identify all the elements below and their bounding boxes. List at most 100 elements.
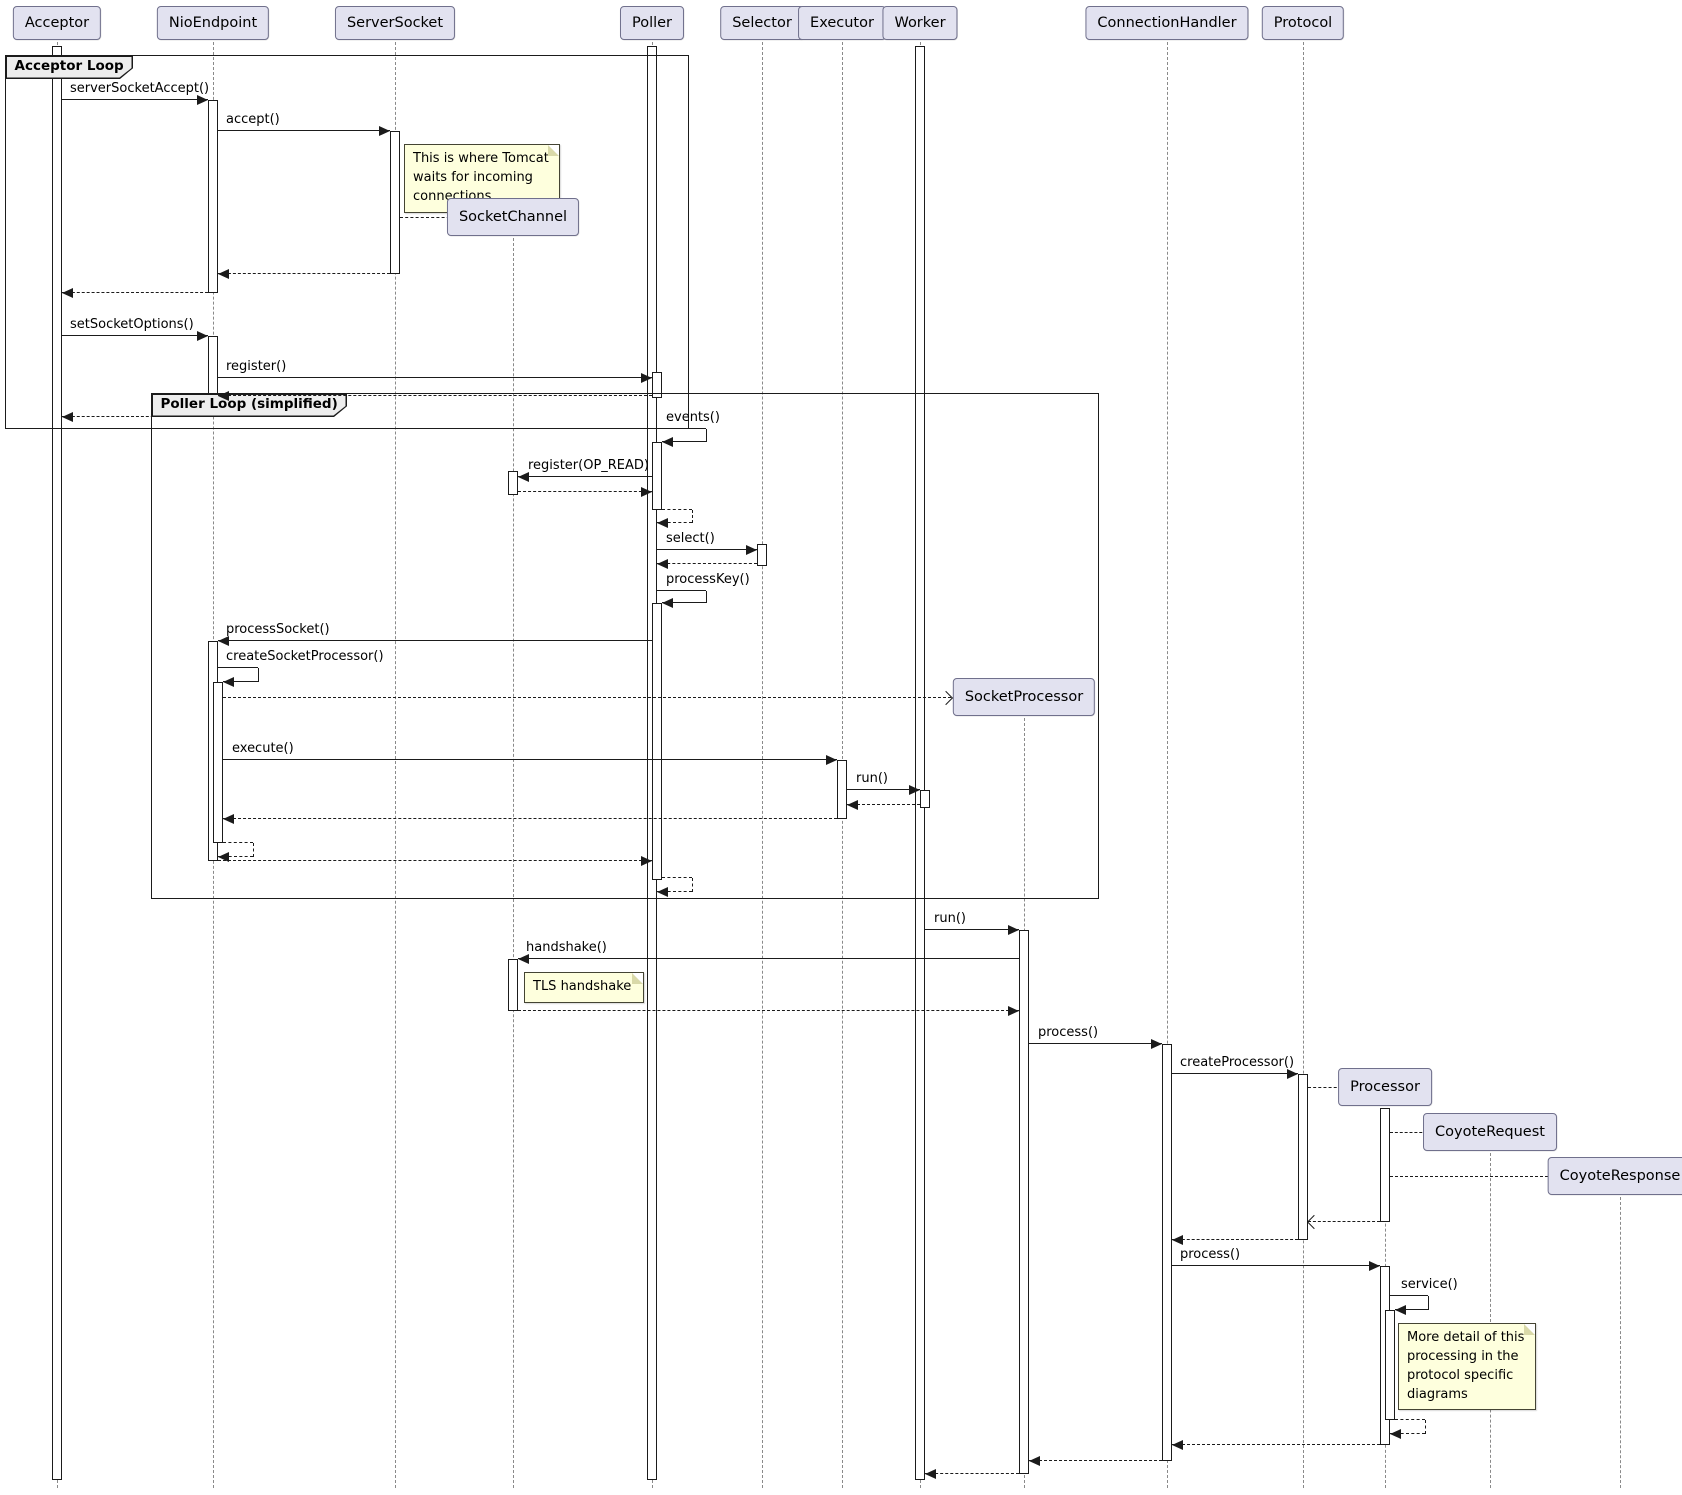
- self-message-top: [1390, 1295, 1428, 1296]
- participant-protocol: Protocol: [1262, 6, 1344, 40]
- activation-bar: [920, 790, 930, 808]
- message-label: run(): [856, 771, 888, 786]
- arrowhead: [657, 887, 668, 897]
- note-line: This is where Tomcat: [413, 150, 551, 169]
- note-line: TLS handshake: [533, 978, 635, 997]
- message-label: register(): [226, 359, 286, 374]
- arrowhead: [847, 800, 858, 810]
- note-fold-corner-icon: [632, 973, 643, 984]
- arrowhead: [218, 391, 229, 401]
- arrowhead-open: [1307, 1215, 1321, 1229]
- arrowhead: [62, 412, 73, 422]
- frame-label-text: Poller Loop (simplified): [153, 395, 346, 416]
- arrowhead-open: [939, 691, 953, 705]
- arrowhead: [218, 636, 229, 646]
- arrowhead: [657, 559, 668, 569]
- frame-label: Acceptor Loop: [5, 55, 133, 79]
- note-fold-corner-icon: [1524, 1324, 1535, 1335]
- message-line: [62, 335, 208, 336]
- message-label: process(): [1180, 1247, 1240, 1262]
- activation-bar: [837, 760, 847, 819]
- note-line: waits for incoming: [413, 169, 551, 188]
- message-line: [518, 476, 652, 477]
- activation-bar: [1162, 1044, 1172, 1461]
- self-message-top: [218, 667, 258, 668]
- message-label: service(): [1401, 1277, 1458, 1292]
- message-label: register(OP_READ): [528, 458, 649, 473]
- sequence-diagram: Acceptor Loop Poller Loop (simplified) ser…: [0, 0, 1682, 1495]
- arrowhead: [641, 373, 652, 383]
- arrowhead: [62, 288, 73, 298]
- lifeline-protocol: [1303, 42, 1304, 1488]
- message-label: processSocket(): [226, 622, 330, 637]
- activation-bar: [757, 544, 767, 566]
- message-line: [1172, 1073, 1298, 1074]
- message-line: [62, 292, 208, 293]
- message-line: [1029, 1460, 1162, 1461]
- arrowhead: [1369, 1261, 1380, 1271]
- activation-bar: [208, 100, 218, 293]
- arrowhead: [1029, 1456, 1040, 1466]
- arrowhead: [925, 1469, 936, 1479]
- activation-bar: [1385, 1310, 1395, 1420]
- lifeline-coyoterequest: [1490, 1153, 1491, 1488]
- participant-socketprocessor: SocketProcessor: [953, 678, 1095, 716]
- note-line: protocol specific: [1407, 1367, 1527, 1386]
- activation-bar: [52, 46, 62, 1480]
- message-label: events(): [666, 410, 720, 425]
- arrowhead: [641, 487, 652, 497]
- message-line: [1390, 1176, 1558, 1177]
- participant-acceptor: Acceptor: [13, 6, 101, 40]
- message-line: [223, 818, 837, 819]
- message-line: [925, 929, 1019, 930]
- message-line: [62, 99, 208, 100]
- note-line: More detail of this: [1407, 1329, 1527, 1348]
- note-fold-corner-icon: [548, 145, 559, 156]
- message-label: processKey(): [666, 572, 750, 587]
- arrowhead: [662, 598, 673, 608]
- note-line: processing in the: [1407, 1348, 1527, 1367]
- frame-acceptor-loop: [5, 55, 689, 429]
- message-label: setSocketOptions(): [70, 317, 194, 332]
- message-line: [1029, 1043, 1162, 1044]
- message-line: [223, 697, 951, 698]
- participant-serversocket: ServerSocket: [335, 6, 455, 40]
- arrowhead: [1172, 1440, 1183, 1450]
- arrowhead: [662, 437, 673, 447]
- message-label: handshake(): [526, 940, 607, 955]
- arrowhead: [1151, 1039, 1162, 1049]
- arrowhead: [1395, 1305, 1406, 1315]
- self-message-top: [657, 428, 706, 429]
- self-message-side: [1428, 1296, 1429, 1310]
- arrowhead: [1390, 1429, 1401, 1439]
- self-message-top: [1395, 1419, 1425, 1420]
- arrowhead: [746, 545, 757, 555]
- activation-bar: [652, 372, 662, 398]
- note: TLS handshake: [524, 972, 644, 1003]
- lifeline-coyoteresponse: [1620, 1197, 1621, 1488]
- activation-bar: [508, 471, 518, 495]
- message-line: [925, 1473, 1019, 1474]
- arrowhead: [518, 472, 529, 482]
- participant-selector: Selector: [720, 6, 804, 40]
- message-line: [223, 759, 837, 760]
- arrowhead: [1008, 1006, 1019, 1016]
- message-line: [1172, 1239, 1298, 1240]
- message-line: [218, 130, 390, 131]
- arrowhead: [197, 95, 208, 105]
- frame-label: Poller Loop (simplified): [151, 393, 347, 417]
- message-line: [657, 563, 757, 564]
- arrowhead: [197, 331, 208, 341]
- message-line: [218, 640, 652, 641]
- arrowhead: [379, 126, 390, 136]
- self-message-top: [662, 877, 692, 878]
- message-line: [518, 491, 652, 492]
- arrowhead: [909, 785, 920, 795]
- self-message-side: [692, 510, 693, 523]
- self-message-side: [706, 429, 707, 442]
- frame-label-text: Acceptor Loop: [7, 57, 132, 78]
- lifeline-selector: [762, 42, 763, 1488]
- activation-bar: [652, 603, 662, 880]
- message-label: process(): [1038, 1025, 1098, 1040]
- message-label: createProcessor(): [1180, 1055, 1294, 1070]
